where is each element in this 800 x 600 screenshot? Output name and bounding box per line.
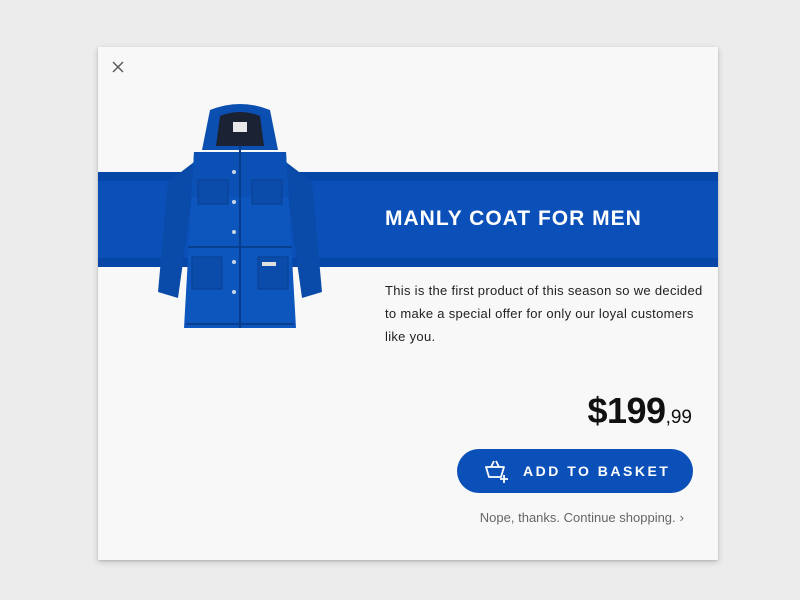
continue-shopping-link[interactable]: Nope, thanks. Continue shopping. › [480,510,684,525]
close-icon[interactable] [110,59,126,75]
continue-shopping-label: Nope, thanks. Continue shopping. [479,510,676,525]
product-image [150,102,330,340]
price-main: $199 [587,390,666,431]
price-cents: ,99 [665,407,692,428]
product-offer-modal: MANLY COAT FOR MEN This is the first pro… [98,47,718,560]
add-to-basket-button[interactable]: ADD TO BASKET [457,449,693,493]
price: $199,99 [587,390,692,432]
product-description: This is the first product of this season… [385,283,703,344]
add-to-basket-label: ADD TO BASKET [523,463,671,479]
basket-add-icon [483,458,509,484]
product-title: MANLY COAT FOR MEN [385,207,642,230]
chevron-right-icon: › [679,510,684,525]
